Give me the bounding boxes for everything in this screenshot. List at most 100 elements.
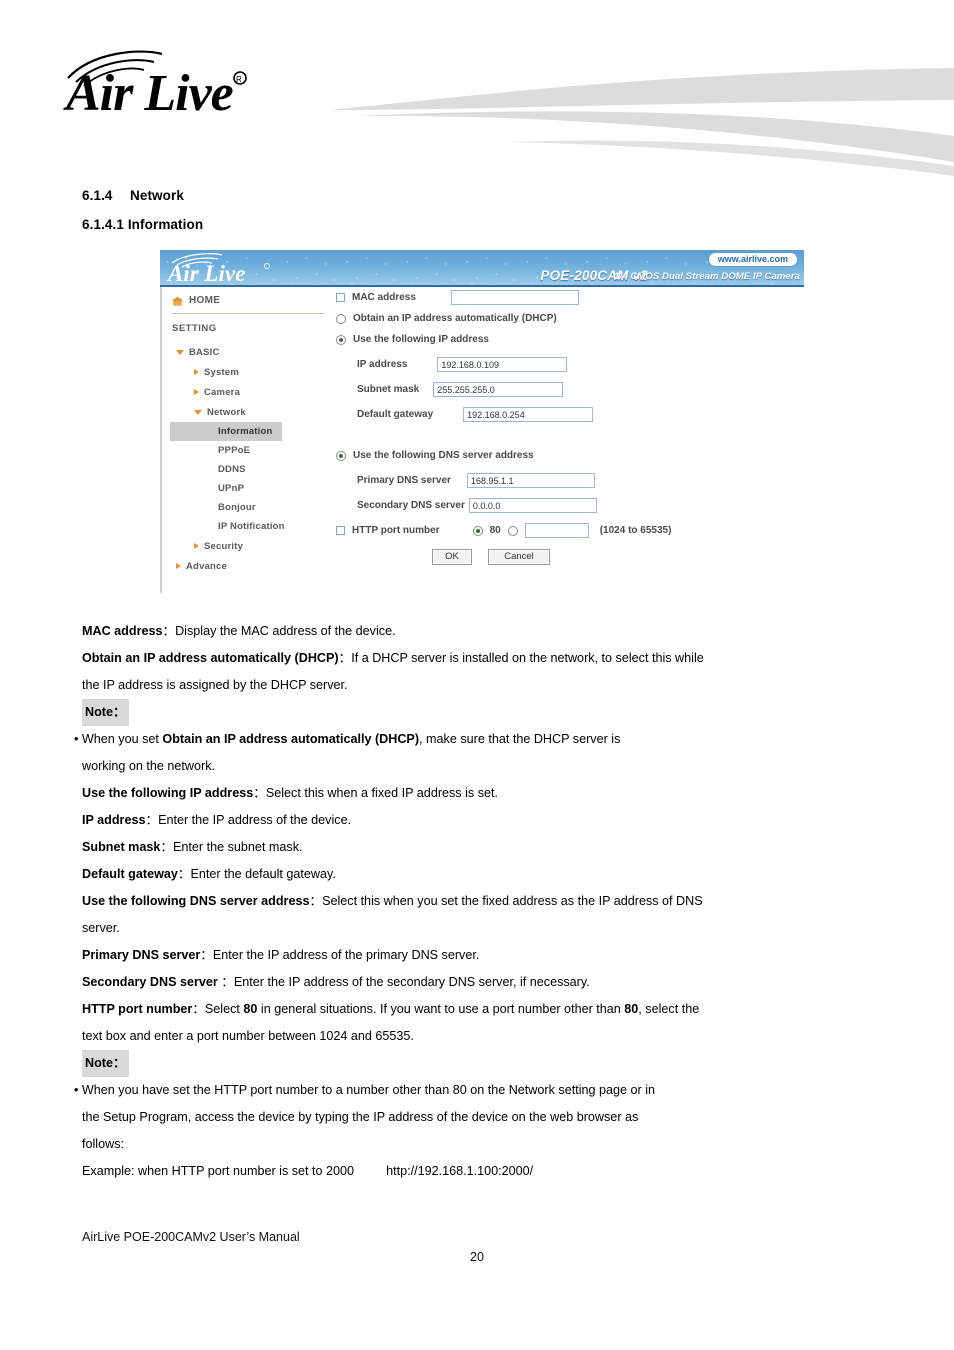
secondary-dns-row: Secondary DNS server [336, 495, 804, 516]
primary-dns-row: Primary DNS server [336, 470, 804, 491]
sidebar-item-pppoe[interactable]: PPPoE [170, 441, 328, 460]
section-number: 6.1.4 [82, 188, 113, 203]
cancel-button[interactable]: Cancel [488, 549, 550, 565]
sidebar-item-label: Advance [186, 560, 228, 572]
example-text: Example: when HTTP port number is set to… [82, 1164, 355, 1178]
mac-address-input[interactable] [450, 290, 579, 305]
sidebar-item-label: Bonjour [218, 502, 256, 513]
note-1-bullet: • When you set Obtain an IP address auto… [74, 726, 882, 753]
http-port-label: HTTP port number [352, 525, 440, 536]
airlive-url-badge[interactable]: www.airlive.com [707, 252, 798, 267]
paragraph-http-port-cont: text box and enter a port number between… [82, 1029, 414, 1043]
sidebar-item-label: Security [204, 540, 244, 552]
sidebar-item-label: UPnP [218, 483, 245, 494]
page-footer: AirLive POE-200CAMv2 User’s Manual [82, 1230, 300, 1244]
header-swoosh-decoration [330, 66, 954, 176]
chevron-right-icon [194, 543, 199, 549]
sidebar-item-information[interactable]: Information [170, 422, 282, 441]
note-label: Note： [82, 1050, 129, 1077]
subnet-mask-row: Subnet mask [336, 379, 804, 400]
desc-subnet: ：Enter the subnet mask. [160, 840, 303, 854]
manual-body-copy: MAC address：Display the MAC address of t… [74, 618, 882, 1185]
sidebar-item-label: Information [218, 426, 273, 437]
http-port-custom-radio[interactable] [507, 525, 518, 536]
camera-ui-body: HOME SETTING BASIC System Camera Network [160, 287, 804, 608]
note-1-bullet-cont: working on the network. [82, 759, 216, 773]
sidebar-home-label: HOME [189, 295, 221, 306]
sidebar-item-advance[interactable]: Advance [170, 556, 328, 576]
dns-static-label: Use the following DNS server address [353, 450, 534, 461]
dhcp-radio[interactable] [336, 313, 346, 324]
sidebar-item-label: Camera [204, 386, 241, 398]
sidebar-item-camera[interactable]: Camera [170, 382, 328, 402]
desc-static-ip: ：Select this when a fixed IP address is … [253, 786, 499, 800]
desc-http-b: in general situations. If you want to us… [257, 1002, 625, 1016]
sidebar-item-label: PPPoE [218, 445, 251, 456]
http-port-checkbox[interactable] [336, 526, 345, 535]
sidebar-item-network[interactable]: Network [170, 402, 328, 422]
desc-http-a: ：Select [192, 1002, 244, 1016]
sidebar-item-label: System [204, 366, 239, 378]
note-2-bullet: • When you have set the HTTP port number… [74, 1083, 656, 1097]
ip-address-label: IP address [357, 359, 408, 370]
term-subnet: Subnet mask [82, 840, 161, 854]
http-port-80-label: 80 [489, 525, 501, 536]
dns-static-option-row[interactable]: Use the following DNS server address [336, 445, 804, 466]
term-http-port: HTTP port number [82, 1002, 193, 1016]
default-gateway-label: Default gateway [357, 409, 434, 420]
http-port-custom-input[interactable] [524, 523, 589, 538]
sidebar-item-ip-notification[interactable]: IP Notification [170, 517, 328, 536]
desc-gateway: ：Enter the default gateway. [177, 867, 336, 881]
chevron-right-icon [194, 389, 199, 395]
paragraph-subnet: Subnet mask：Enter the subnet mask. [82, 834, 882, 861]
note-2-bullet-cont-2: follows: [82, 1137, 124, 1151]
desc-dns: ：Select this when you set the fixed addr… [309, 894, 703, 908]
term-primary-dns: Primary DNS server [82, 948, 201, 962]
ip-address-input[interactable] [437, 357, 568, 372]
dns-static-radio[interactable] [336, 450, 346, 461]
note-2-heading: Note： [82, 1050, 882, 1077]
desc-http-bold-2: 80 [624, 1002, 639, 1016]
sidebar-item-label: DDNS [218, 464, 246, 475]
subnet-mask-label: Subnet mask [357, 384, 420, 395]
term-gateway: Default gateway [82, 867, 178, 881]
paragraph-static-ip: Use the following IP address：Select this… [82, 780, 882, 807]
airlive-logo: Air Live R [62, 48, 302, 122]
subnet-mask-input[interactable] [433, 382, 564, 397]
ip-address-row: IP address [336, 354, 804, 375]
default-gateway-input[interactable] [463, 407, 594, 422]
paragraph-http-port: HTTP port number：Select 80 in general si… [82, 996, 882, 1023]
svg-text:R: R [236, 75, 242, 84]
note-1-heading: Note： [82, 699, 882, 726]
desc-primary-dns: ：Enter the IP address of the primary DNS… [200, 948, 480, 962]
http-port-80-radio[interactable] [472, 525, 483, 536]
example-url: http://192.168.1.100:2000/ [386, 1164, 534, 1178]
secondary-dns-label: Secondary DNS server [357, 500, 465, 511]
sidebar-item-basic[interactable]: BASIC [170, 342, 328, 362]
static-ip-radio[interactable] [336, 334, 346, 345]
ok-button[interactable]: OK [432, 549, 472, 565]
paragraph-example: Example: when HTTP port number is set to… [82, 1158, 882, 1185]
camera-ui-header-bar: Air Live www.airlive.com POE-200CAM v2 1… [160, 250, 804, 287]
page-number: 20 [470, 1250, 484, 1264]
primary-dns-input[interactable] [466, 473, 595, 488]
section-heading: 6.1.4 Network [82, 188, 184, 203]
dhcp-option-row[interactable]: Obtain an IP address automatically (DHCP… [336, 308, 804, 329]
sidebar-item-ddns[interactable]: DDNS [170, 460, 328, 479]
primary-dns-label: Primary DNS server [357, 475, 451, 486]
sidebar-item-security[interactable]: Security [170, 536, 328, 556]
form-buttons: OK Cancel [432, 549, 804, 565]
term-static-ip: Use the following IP address [82, 786, 254, 800]
note-label: Note： [82, 699, 129, 726]
sidebar-item-home[interactable]: HOME [170, 295, 328, 306]
note-2-bullet-cont-1: the Setup Program, access the device by … [82, 1110, 639, 1124]
secondary-dns-input[interactable] [468, 498, 597, 513]
mac-address-checkbox[interactable] [336, 293, 345, 302]
sidebar-item-system[interactable]: System [170, 362, 328, 382]
static-ip-option-row[interactable]: Use the following IP address [336, 329, 804, 350]
sidebar-item-upnp[interactable]: UPnP [170, 479, 328, 498]
sidebar-item-bonjour[interactable]: Bonjour [170, 498, 328, 517]
network-information-form: MAC address Obtain an IP address automat… [336, 287, 804, 565]
note-1-bullet-post: , make sure that the DHCP server is [419, 732, 621, 746]
sidebar-item-label: IP Notification [218, 521, 285, 532]
